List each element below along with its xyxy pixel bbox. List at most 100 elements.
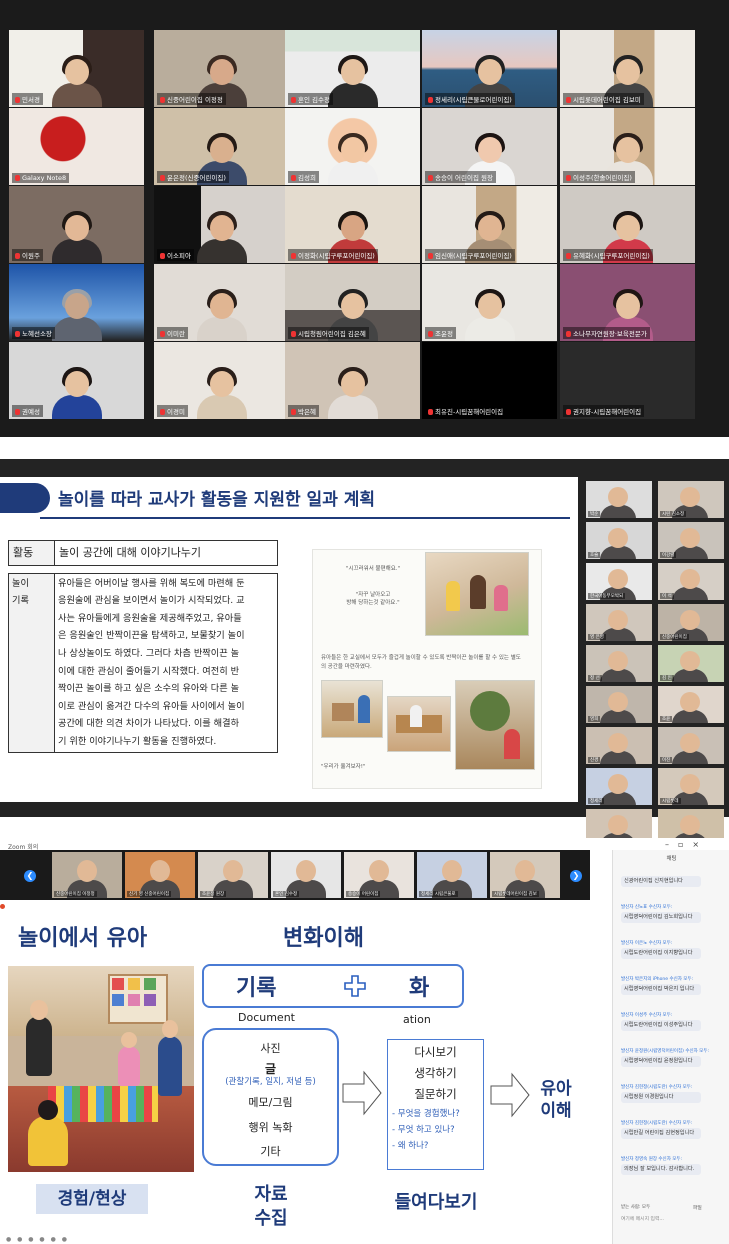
participant-tile[interactable]: 최유진-시립꿈해어린이집 bbox=[422, 342, 557, 419]
window-controls[interactable]: –▫× bbox=[665, 840, 708, 849]
participant-name: 이 석 bbox=[660, 593, 674, 599]
participant-tile[interactable]: 권예성 bbox=[9, 342, 144, 419]
participant-video bbox=[608, 569, 628, 589]
mic-muted-icon bbox=[428, 253, 433, 259]
participant-tile[interactable]: 이미란 bbox=[154, 264, 289, 341]
participant-video bbox=[680, 733, 700, 753]
participant-name-text: 이소피아 bbox=[167, 252, 191, 260]
participant-tile[interactable]: 이원주 bbox=[9, 186, 144, 263]
participant-video bbox=[442, 860, 462, 882]
participant-thumb[interactable]: 이 석 bbox=[658, 563, 724, 600]
record-line: 공간에 대한 의견 차이가 나타났다. 이를 해결하 bbox=[58, 718, 240, 730]
participant-tile[interactable]: 유혜화(시립구루포어린이집) bbox=[560, 186, 695, 263]
participant-tile[interactable]: 임신애(시립구루포어린이집) bbox=[422, 186, 557, 263]
participant-tile[interactable]: 시립청림어린이집 김은혜 bbox=[285, 264, 420, 341]
participant-tile[interactable]: 이성주(한솔어린이집) bbox=[560, 108, 695, 185]
participant-tile[interactable]: 권지향-시립꿈해어린이집 bbox=[560, 342, 695, 419]
participant-tile[interactable]: 노혜선소장 bbox=[9, 264, 144, 341]
recording-dot-icon bbox=[0, 904, 5, 909]
participant-tile[interactable]: 송승이 어린이집 원장 bbox=[422, 108, 557, 185]
participant-thumb[interactable]: 정 선 bbox=[586, 645, 652, 682]
participant-tile[interactable]: 혼인 김수정 bbox=[285, 30, 420, 107]
participant-tile[interactable]: 소나무자연원장·보육전문가 bbox=[560, 264, 695, 341]
participant-name-text: 시립롯데어린이집 김보미 bbox=[573, 96, 641, 104]
participant-tile[interactable]: 이소피아 bbox=[154, 186, 289, 263]
participant-name: 김성희 bbox=[288, 171, 319, 183]
participant-video bbox=[324, 367, 382, 419]
participant-tile[interactable]: 이정화(시립구루포어린이집) bbox=[285, 186, 420, 263]
participant-thumb[interactable]: 시립롯데 bbox=[658, 768, 724, 805]
record-word: 기록 bbox=[236, 976, 277, 1001]
mic-muted-icon bbox=[291, 409, 296, 415]
participant-thumb[interactable]: 송승이 어린이집 bbox=[344, 852, 414, 898]
participant-tile[interactable]: 김성희 bbox=[285, 108, 420, 185]
participant-video bbox=[150, 860, 170, 882]
mic-muted-icon bbox=[566, 175, 571, 181]
participant-tile[interactable]: 박은혜 bbox=[285, 342, 420, 419]
participant-name-text: 시립청림어린이집 김은혜 bbox=[298, 330, 366, 338]
participant-thumb[interactable]: 정세리 시립큰물로 bbox=[417, 852, 487, 898]
participant-thumb[interactable]: 시린 김소정 bbox=[658, 481, 724, 518]
mic-muted-icon bbox=[160, 331, 165, 337]
participant-thumb[interactable]: 신경 bbox=[586, 727, 652, 764]
chat-input[interactable]: 여기에 메시지 입력... bbox=[621, 1215, 664, 1222]
participant-video bbox=[77, 860, 97, 882]
prev-page-button[interactable]: ❮ bbox=[24, 870, 36, 882]
participant-name-text: 신중어린이집 이정정 bbox=[167, 96, 223, 104]
participant-tile[interactable]: 정세리(시립큰물로어린이집) bbox=[422, 30, 557, 107]
participant-thumb[interactable]: 이강렬 bbox=[658, 522, 724, 559]
participant-tile[interactable]: 신중어린이집 이정정 bbox=[154, 30, 289, 107]
minimize-icon[interactable]: – bbox=[665, 840, 678, 849]
record-line: 짝이끈 놀이를 하고 싶은 소수의 유아와 다른 놀 bbox=[58, 683, 240, 695]
participant-thumb[interactable]: 신중어린이집 bbox=[658, 604, 724, 641]
photo-quote-1: "시끄러워서 불편해요." bbox=[345, 566, 401, 572]
maximize-icon[interactable]: ▫ bbox=[678, 840, 692, 849]
mic-muted-icon bbox=[160, 175, 165, 181]
participant-name-text: 권지향-시립꿈해어린이집 bbox=[573, 408, 642, 416]
chat-file-button[interactable]: 파일 bbox=[693, 1204, 702, 1211]
mic-muted-icon bbox=[428, 409, 433, 415]
participant-tile[interactable]: 시립롯데어린이집 김보미 bbox=[560, 30, 695, 107]
participant-thumb[interactable]: 영 은영 bbox=[586, 604, 652, 641]
classroom-photo-2 bbox=[321, 680, 383, 738]
chat-message-sender: 발신자 이성주 수신자 모두: bbox=[621, 1013, 673, 1018]
participant-tile[interactable]: 조윤정 bbox=[422, 264, 557, 341]
record-line: 기 위한 이야기나누기 활동을 진행하였다. bbox=[58, 735, 217, 747]
participant-thumb[interactable]: 신중어린이집 이정정 bbox=[52, 852, 122, 898]
participant-thumb[interactable]: 호슬 bbox=[586, 522, 652, 559]
participant-name: 송승이 어린이집 원장 bbox=[425, 171, 496, 183]
participant-thumb[interactable]: 정세리 bbox=[586, 768, 652, 805]
record-label-line1: 놀이 bbox=[12, 577, 29, 589]
participant-thumb[interactable]: 혼인 김수정 bbox=[271, 852, 341, 898]
participant-thumb[interactable]: 조윤정 원장 bbox=[198, 852, 268, 898]
chat-message-sender: 발신자 정영숙 원장 수신자 모두: bbox=[621, 1157, 683, 1162]
record-label-line2: 기록 bbox=[12, 595, 29, 607]
participant-thumb[interactable]: 한국아동무모박되 bbox=[586, 563, 652, 600]
chat-message: 시립영덕어린이집 윤정원입니다 bbox=[621, 1056, 701, 1067]
classroom-photo-4 bbox=[455, 680, 535, 770]
participant-thumb[interactable]: 신기 영 신중어린이집 bbox=[125, 852, 195, 898]
mic-muted-icon bbox=[160, 409, 165, 415]
participant-thumb[interactable]: 조윤 bbox=[658, 686, 724, 723]
participant-thumb[interactable]: 김 인 bbox=[658, 645, 724, 682]
mic-muted-icon bbox=[160, 97, 165, 103]
close-icon[interactable]: × bbox=[692, 840, 708, 849]
mic-muted-icon bbox=[15, 175, 20, 181]
participant-thumb[interactable]: 시립롯데어린이집 김보 bbox=[490, 852, 560, 898]
participant-tile[interactable]: Galaxy Note8 bbox=[9, 108, 144, 185]
chat-header: 채팅 bbox=[666, 856, 677, 862]
collect-label-1: 자료 bbox=[254, 1184, 288, 1205]
participant-name: 최유진-시립꿈해어린이집 bbox=[425, 405, 507, 417]
participant-thumb[interactable]: 박순 bbox=[586, 481, 652, 518]
zoom-window: Zoom 회의 –▫× ❮ ❯ 신중어린이집 이정정 신기 영 신중어린이집 조윤정… bbox=[0, 838, 729, 1244]
next-page-button[interactable]: ❯ bbox=[570, 870, 582, 882]
participant-name: 혼인 김수정 bbox=[288, 93, 333, 105]
participant-tile[interactable]: 이경미 bbox=[154, 342, 289, 419]
participant-tile[interactable]: 윤은정(신중어린이집) bbox=[154, 108, 289, 185]
record-line: 이로 관심이 옮겨간 다수의 유아들 사이에서 놀이 bbox=[58, 700, 245, 712]
chat-recipient[interactable]: 받는 사람: 모두 bbox=[621, 1204, 650, 1210]
participant-thumb[interactable]: 이진 bbox=[658, 727, 724, 764]
participant-tile[interactable]: 민서경 bbox=[9, 30, 144, 107]
chat-message-sender: 발신자 김현정(시립도란) 수신자 모두: bbox=[621, 1085, 693, 1090]
participant-thumb[interactable]: 영희 bbox=[586, 686, 652, 723]
